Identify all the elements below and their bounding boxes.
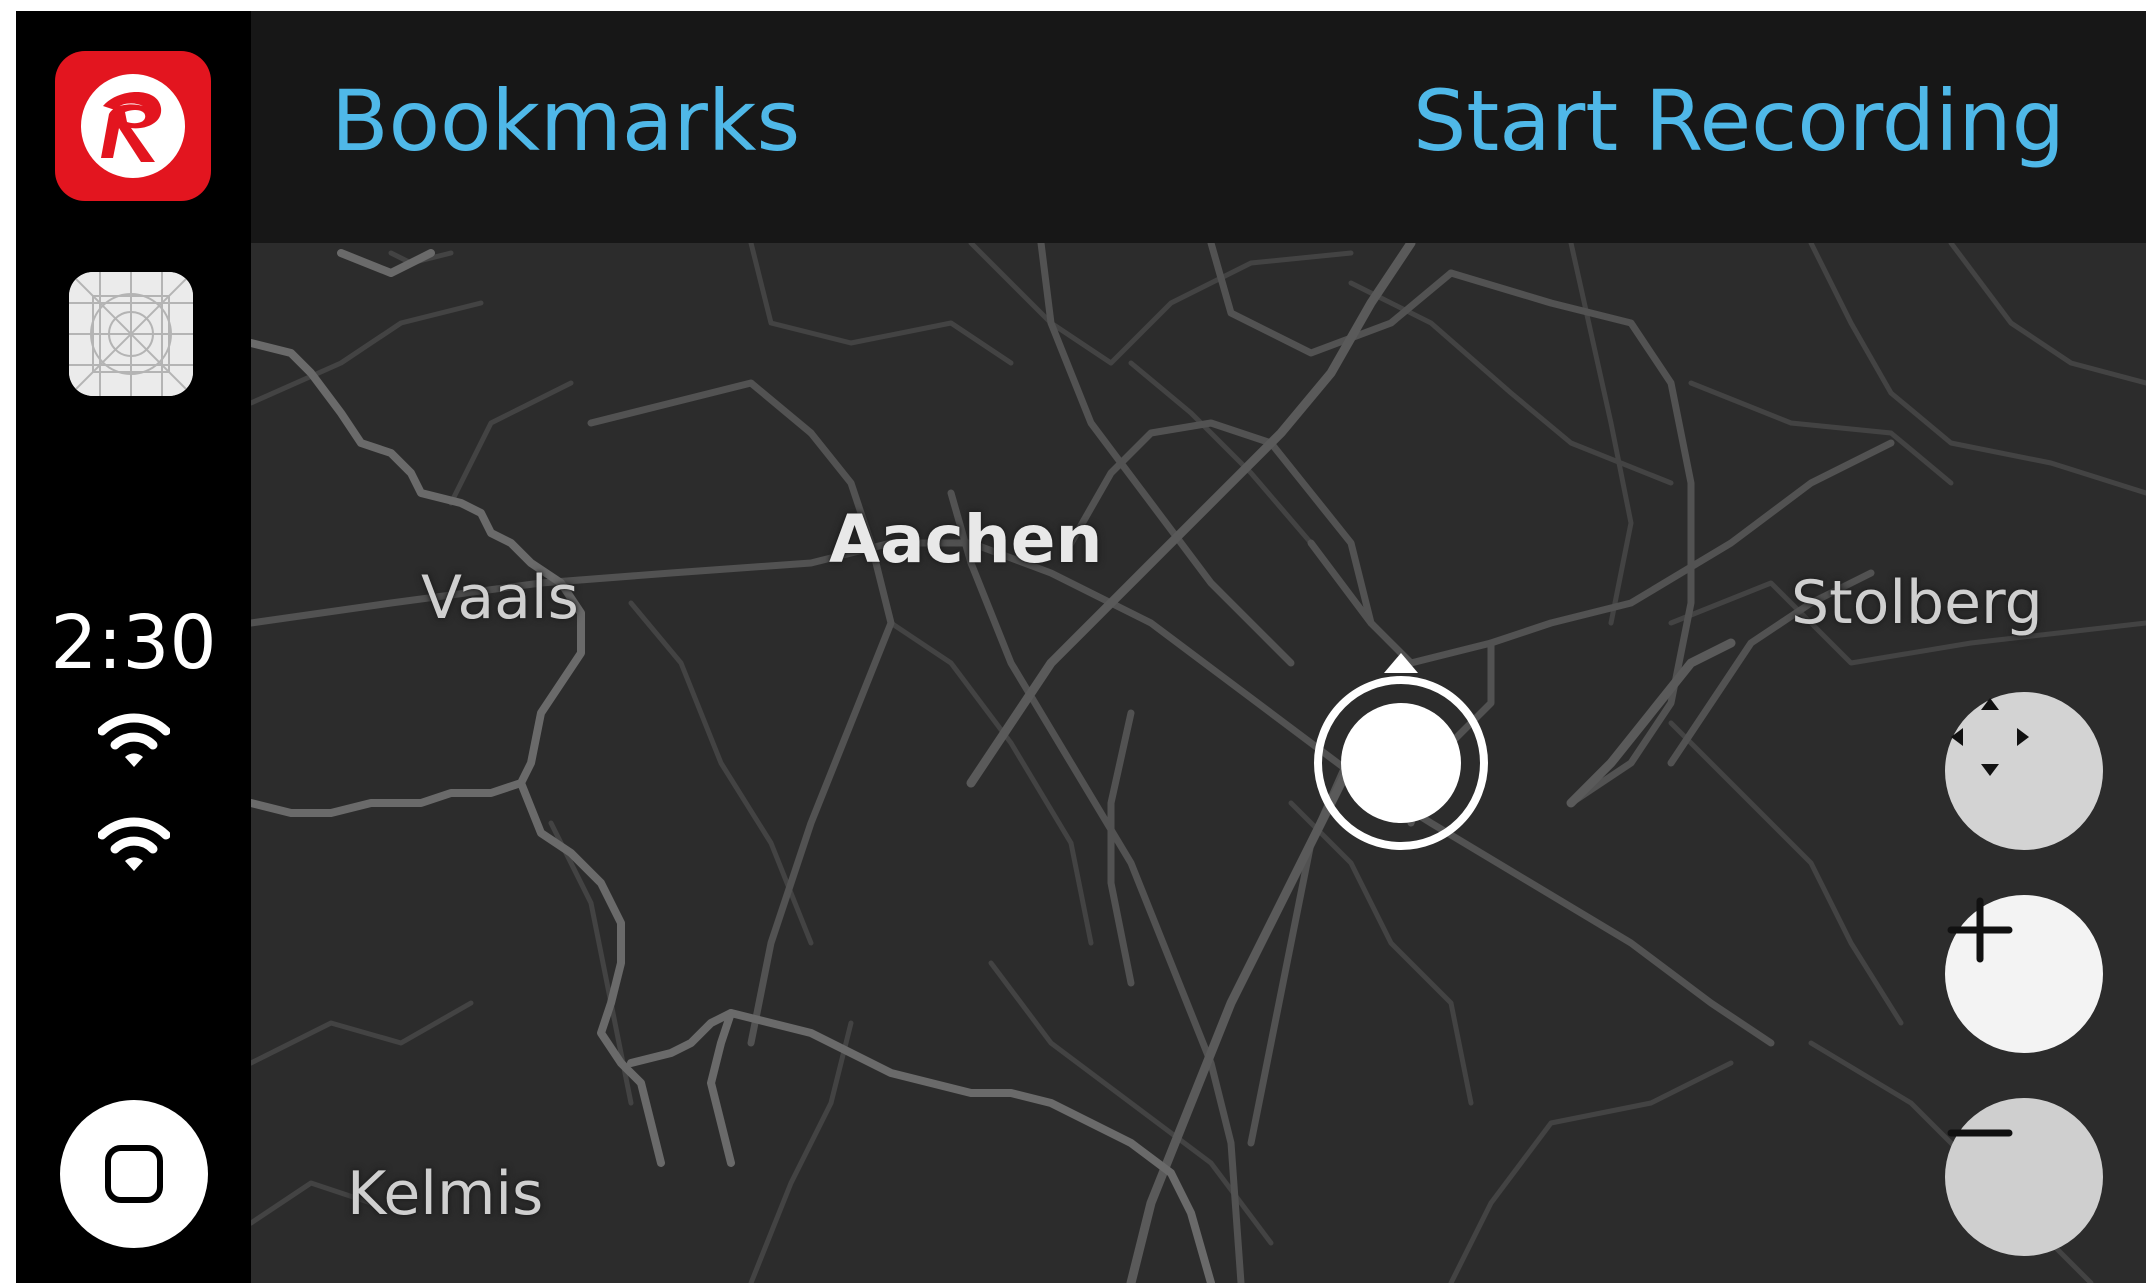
place-label-vaals: Vaals: [421, 563, 579, 633]
start-recording-button[interactable]: Start Recording: [1413, 79, 2065, 163]
status-clock: 2:30: [50, 600, 217, 686]
bookmarks-button[interactable]: Bookmarks: [331, 79, 800, 163]
wifi-icon: [98, 817, 170, 871]
current-location-icon: [1314, 653, 1488, 850]
carplay-sidebar: 2:30: [16, 11, 251, 1283]
wifi-icon: [98, 713, 170, 767]
pan-button[interactable]: [1945, 692, 2103, 850]
zoom-out-button[interactable]: [1945, 1098, 2103, 1256]
map-view[interactable]: Aachen Vaals Stolberg Kelmis: [251, 243, 2146, 1283]
home-button[interactable]: [60, 1100, 208, 1248]
place-label-stolberg: Stolberg: [1791, 568, 2043, 638]
map-grid-icon: [69, 272, 193, 396]
place-label-kelmis: Kelmis: [347, 1159, 544, 1229]
plus-icon: [1947, 897, 2013, 963]
home-button-icon: [105, 1145, 163, 1203]
map-roads: [251, 243, 2146, 1283]
red-r-logo-icon: [81, 74, 185, 178]
app-logo-icon[interactable]: [55, 51, 211, 201]
place-label-aachen: Aachen: [829, 501, 1103, 578]
zoom-in-button[interactable]: [1945, 895, 2103, 1053]
app-main: Bookmarks Start Recording Aachen Vaals S…: [251, 11, 2146, 1283]
pan-arrows-icon: [1951, 698, 2029, 776]
carplay-screen: 2:30 Bookmarks Start Recording Aachen Va…: [16, 11, 2146, 1283]
top-navigation-bar: Bookmarks Start Recording: [251, 11, 2146, 243]
map-app-icon[interactable]: [69, 272, 193, 396]
minus-icon: [1947, 1129, 2013, 1137]
